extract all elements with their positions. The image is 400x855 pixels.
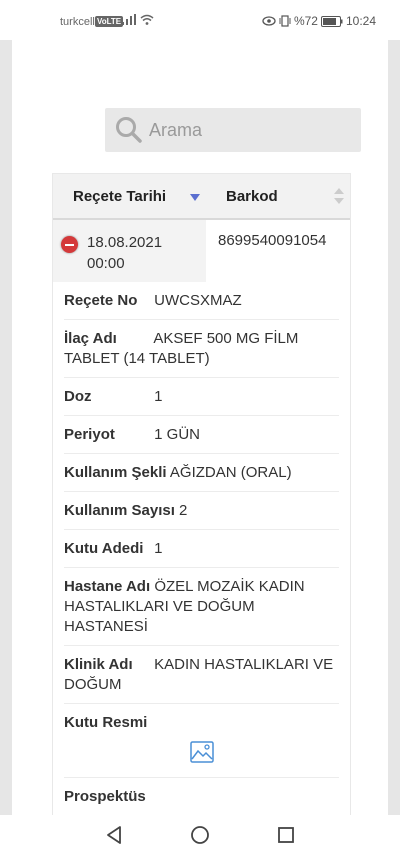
signal-icon: [122, 14, 136, 25]
detail-label: Periyot: [64, 426, 115, 443]
detail-label: Doz: [64, 388, 92, 405]
detail-klinik-adi: Klinik Adı KADIN HASTALIKLARI VE DOĞUM: [64, 646, 339, 704]
detail-value: 2: [179, 502, 188, 519]
cell-recete-tarihi: 18.08.2021 00:00: [53, 220, 206, 282]
status-bar: turkcell VoLTE %72 10:24: [0, 0, 400, 40]
detail-kutu-adedi: Kutu Adedi 1: [64, 530, 339, 568]
detail-value: AĞIZDAN (ORAL): [169, 464, 292, 481]
row-details: Reçete No UWCSXMAZ İlaç Adı AKSEF 500 MG…: [53, 282, 350, 815]
detail-label: Kullanım Şekli: [64, 464, 167, 481]
detail-value: 1: [154, 540, 163, 557]
detail-value: 1 GÜN: [154, 426, 201, 443]
table-header: Reçete Tarihi Barkod: [53, 174, 350, 220]
detail-label: Kutu Adedi: [64, 540, 144, 557]
column-header-label: Barkod: [226, 187, 278, 205]
detail-doz: Doz 1: [64, 378, 339, 416]
recent-apps-icon[interactable]: [276, 825, 296, 845]
navigation-bar: [0, 815, 400, 855]
detail-kutu-resmi: Kutu Resmi: [64, 704, 339, 778]
back-icon[interactable]: [104, 825, 124, 845]
collapse-row-icon[interactable]: [61, 236, 78, 253]
cell-date-value: 18.08.2021 00:00: [87, 234, 163, 272]
image-icon[interactable]: [189, 741, 214, 763]
carrier-name: turkcell: [60, 16, 95, 28]
column-header-recete-tarihi[interactable]: Reçete Tarihi: [53, 174, 206, 218]
cell-barkod: 8699540091054: [218, 232, 327, 249]
search-box[interactable]: [105, 108, 361, 152]
prescription-table: Reçete Tarihi Barkod 18.08.2021 00:00 86…: [52, 173, 351, 815]
battery-icon: [320, 15, 343, 27]
detail-label: Prospektüs: [64, 788, 146, 805]
detail-ilac-adi: İlaç Adı AKSEF 500 MG FİLM TABLET (14 TA…: [64, 320, 339, 378]
detail-kullanim-sayisi: Kullanım Sayısı 2: [64, 492, 339, 530]
sort-icon: [334, 188, 344, 204]
table-row[interactable]: 18.08.2021 00:00 8699540091054: [53, 220, 350, 282]
eye-icon: [262, 16, 276, 26]
detail-kullanim-sekli: Kullanım Şekli AĞIZDAN (ORAL): [64, 454, 339, 492]
detail-hastane-adi: Hastane Adı ÖZEL MOZAİK KADIN HASTALIKLA…: [64, 568, 339, 646]
detail-periyot: Periyot 1 GÜN: [64, 416, 339, 454]
sort-descending-icon: [190, 194, 200, 201]
detail-label: Kullanım Sayısı: [64, 502, 175, 519]
column-header-label: Reçete Tarihi: [73, 187, 167, 205]
battery-percent: %72: [293, 14, 318, 28]
volte-badge: VoLTE: [95, 16, 124, 27]
detail-recete-no: Reçete No UWCSXMAZ: [64, 282, 339, 320]
clock: 10:24: [345, 14, 376, 28]
wifi-icon: [140, 14, 154, 25]
detail-label: Reçete No: [64, 292, 138, 309]
home-icon[interactable]: [190, 825, 210, 845]
detail-label: Kutu Resmi: [64, 714, 148, 731]
web-page: Reçete Tarihi Barkod 18.08.2021 00:00 86…: [0, 40, 400, 815]
detail-value: UWCSXMAZ: [154, 292, 242, 309]
detail-label: Klinik Adı: [64, 656, 133, 673]
detail-label: Hastane Adı: [64, 578, 151, 595]
detail-value: 1: [154, 388, 163, 405]
detail-prospektus: Prospektüs: [64, 778, 339, 815]
detail-label: İlaç Adı: [64, 330, 117, 347]
column-header-barkod[interactable]: Barkod: [206, 174, 350, 218]
search-icon: [116, 117, 142, 143]
vibrate-icon: [279, 15, 291, 27]
search-input[interactable]: [149, 114, 349, 146]
